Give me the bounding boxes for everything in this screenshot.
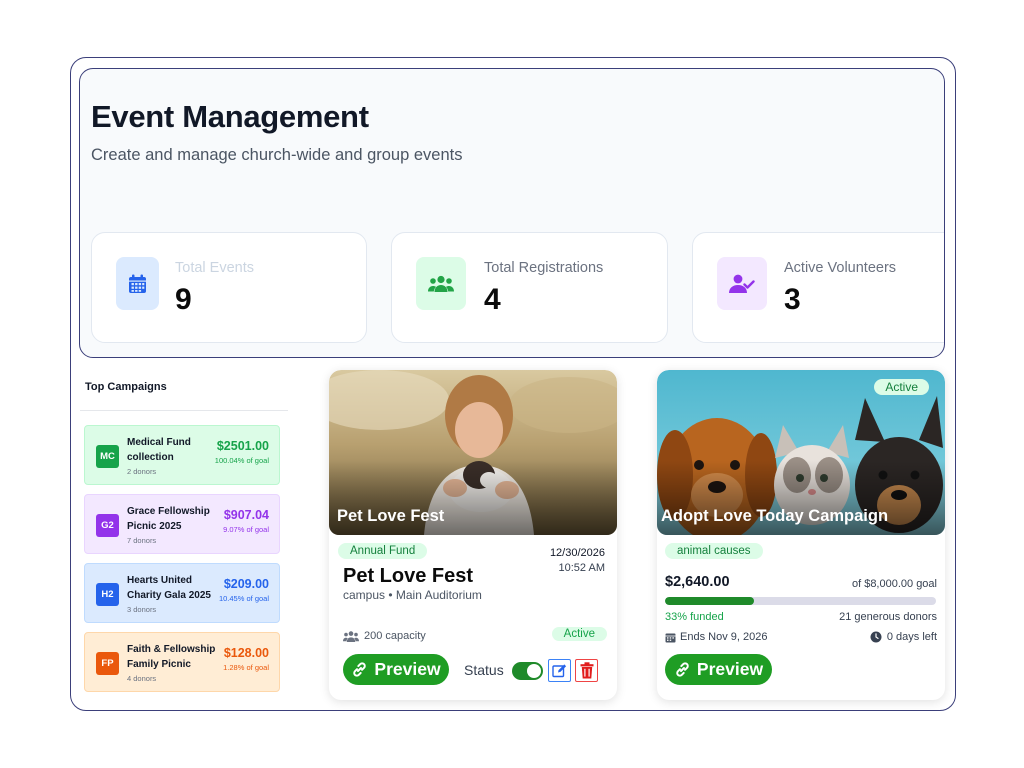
campaign-item[interactable]: MC Medical Fund collection 2 donors $250…: [84, 425, 280, 485]
campaign-amount: $907.04: [223, 508, 269, 522]
campaign-preview-button[interactable]: Preview: [665, 654, 772, 685]
link-icon: [353, 662, 367, 677]
calendar-icon: [116, 257, 159, 310]
stat-value: 9: [175, 283, 192, 316]
page-title: Event Management: [91, 99, 369, 134]
campaign-name: Faith & Fellowship Family Picnic: [127, 644, 216, 670]
campaign-item[interactable]: H2 Hearts United Charity Gala 2025 3 don…: [84, 563, 280, 623]
campaign-goal: 1.28% of goal: [223, 663, 269, 672]
event-image[interactable]: Pet Love Fest: [329, 370, 617, 535]
event-date: 12/30/2026: [549, 547, 605, 559]
toggle-knob: [527, 664, 541, 678]
preview-label: Preview: [696, 659, 764, 679]
top-campaigns-title: Top Campaigns: [85, 381, 167, 393]
campaign-raised: $2,640.00: [665, 574, 730, 590]
campaign-status-badge: Active: [874, 379, 929, 395]
event-capacity: 200 capacity: [343, 630, 426, 642]
event-time: 10:52 AM: [558, 562, 605, 574]
page-subtitle: Create and manage church-wide and group …: [91, 146, 463, 164]
trash-icon: [580, 662, 593, 679]
funding-progress-bar: [665, 597, 936, 605]
users-icon: [416, 257, 466, 310]
campaign-goal: 100.04% of goal: [214, 456, 269, 465]
campaign-image-caption: Adopt Love Today Campaign: [661, 507, 889, 525]
header-panel: Event Management Create and manage churc…: [79, 68, 945, 358]
calendar-icon: [665, 633, 676, 642]
clock-icon: [870, 631, 882, 643]
status-label: Status: [464, 662, 504, 678]
stat-card-total-registrations: Total Registrations 4: [391, 232, 668, 343]
days-left: 0 days left: [870, 631, 937, 643]
event-title: Pet Love Fest: [343, 565, 474, 587]
campaign-goal: 10.45% of goal: [218, 594, 269, 603]
divider: [80, 410, 288, 411]
days-left-label: 0 days left: [886, 631, 937, 643]
preview-label: Preview: [374, 659, 441, 679]
campaign-image[interactable]: Adopt Love Today Campaign Active: [657, 370, 945, 535]
campaign-goal: of $8,000.00 goal: [851, 578, 937, 590]
campaign-amount: $2501.00: [216, 439, 269, 453]
event-category-badge: Annual Fund: [338, 543, 428, 559]
campaign-name: Hearts United Charity Gala 2025: [127, 575, 211, 601]
campaign-category-badge: animal causes: [665, 543, 763, 559]
stat-card-total-events: Total Events 9: [91, 232, 367, 343]
campaign-amount: $128.00: [223, 646, 269, 660]
campaign-amount: $209.00: [223, 577, 269, 591]
campaign-badge: G2: [96, 514, 119, 537]
campaign-item[interactable]: G2 Grace Fellowship Picnic 2025 7 donors…: [84, 494, 280, 554]
event-card: Pet Love Fest Annual Fund 12/30/2026 10:…: [329, 370, 617, 700]
people-icon: [343, 630, 359, 642]
campaign-name: Grace Fellowship Picnic 2025: [127, 506, 210, 532]
event-image-caption: Pet Love Fest: [337, 507, 445, 525]
user-check-icon: [717, 257, 767, 310]
delete-button[interactable]: [575, 659, 598, 682]
stat-label: Total Events: [175, 260, 254, 276]
campaign-badge: FP: [96, 652, 119, 675]
campaign-donors: 7 donors: [127, 536, 157, 545]
campaign-donors: 4 donors: [127, 674, 157, 683]
edit-icon: [552, 664, 567, 678]
funding-progress-fill: [665, 597, 755, 605]
donors-label: 21 generous donors: [839, 611, 937, 623]
funded-label: 33% funded: [665, 611, 724, 623]
edit-button[interactable]: [548, 659, 571, 682]
campaign-badge: MC: [96, 445, 119, 468]
campaign-badge: H2: [96, 583, 119, 606]
link-icon: [676, 662, 689, 677]
end-date-label: Ends Nov 9, 2026: [680, 631, 768, 643]
campaign-item[interactable]: FP Faith & Fellowship Family Picnic 4 do…: [84, 632, 280, 692]
stat-label: Total Registrations: [484, 260, 604, 276]
campaign-donors: 2 donors: [127, 467, 157, 476]
campaign-donors: 3 donors: [127, 605, 157, 614]
event-status-badge: Active: [551, 627, 607, 641]
stat-value: 3: [784, 283, 801, 316]
event-capacity-label: 200 capacity: [364, 630, 426, 642]
campaign-card: Adopt Love Today Campaign Active animal …: [657, 370, 945, 700]
campaign-end-date: Ends Nov 9, 2026: [665, 631, 767, 643]
stat-label: Active Volunteers: [784, 260, 897, 276]
stat-card-active-volunteers: Active Volunteers 3: [692, 232, 944, 343]
status-toggle[interactable]: [512, 662, 543, 680]
stat-value: 4: [484, 283, 501, 316]
event-location: campus • Main Auditorium: [343, 588, 482, 602]
campaign-goal: 9.07% of goal: [223, 525, 269, 534]
campaign-name: Medical Fund collection: [127, 437, 191, 463]
event-preview-button[interactable]: Preview: [343, 654, 449, 685]
